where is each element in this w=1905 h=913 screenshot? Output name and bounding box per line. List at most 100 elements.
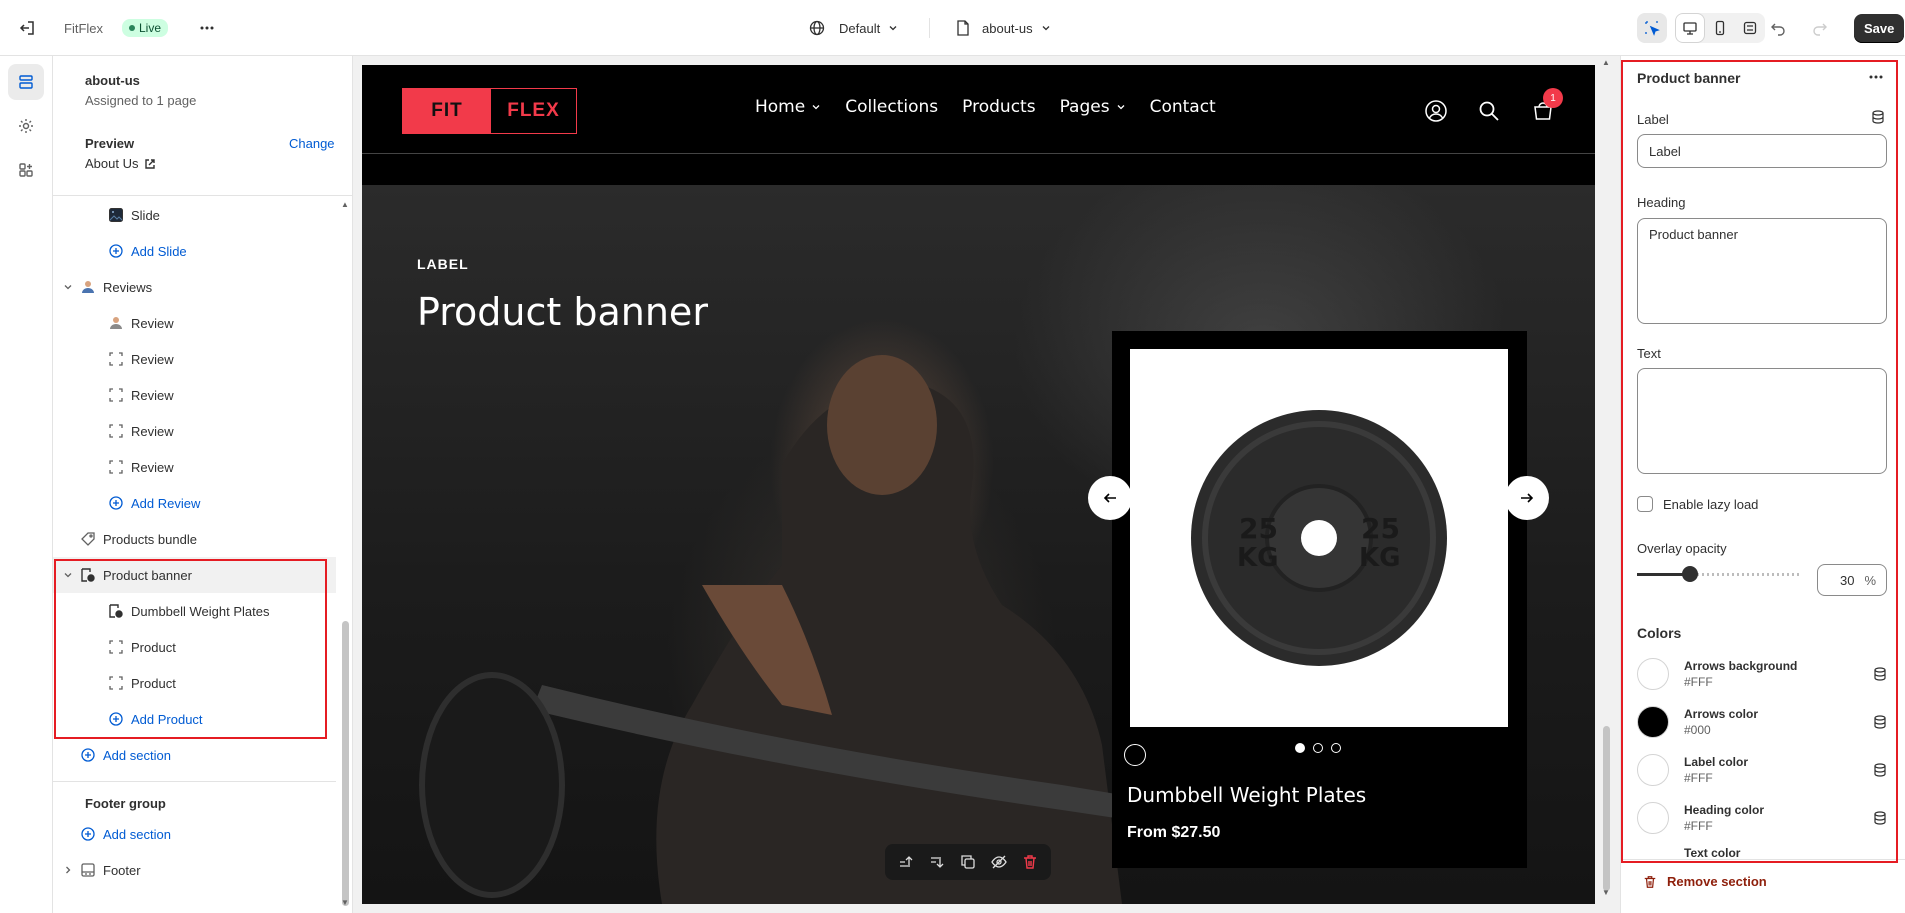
slider-dot[interactable] <box>1331 743 1341 753</box>
template-select[interactable]: about-us <box>956 0 1051 56</box>
inspector-button[interactable] <box>1637 13 1667 43</box>
preview-change-link[interactable]: Change <box>289 136 335 151</box>
tree-item-product[interactable]: Product <box>53 665 336 701</box>
slider-dot[interactable] <box>1313 743 1323 753</box>
tree-item-dumbbell-weight-plates[interactable]: Dumbbell Weight Plates <box>53 593 336 629</box>
label-input[interactable]: Label <box>1637 134 1887 168</box>
color-value: #000 <box>1684 723 1711 737</box>
move-down-icon[interactable] <box>929 854 945 870</box>
sections-tab-button[interactable] <box>8 64 44 100</box>
tree-item-product-banner[interactable]: Product banner <box>53 557 336 593</box>
prev-slide-button[interactable] <box>1088 476 1132 520</box>
plate-text-left: 25 <box>1239 512 1278 545</box>
overlay-opacity-input[interactable]: 30 % <box>1817 564 1887 596</box>
color-swatch[interactable] <box>1637 706 1669 738</box>
add-slide-button[interactable]: Add Slide <box>53 233 336 269</box>
overlay-opacity-slider[interactable] <box>1637 564 1802 584</box>
sections-scrollbar[interactable]: ▲ ▼ <box>339 196 351 913</box>
tree-item-review[interactable]: Review <box>53 341 336 377</box>
product-card[interactable]: 25 KG 25 KG Dumbbell Weight Plates From … <box>1112 331 1527 868</box>
scrollbar-thumb[interactable] <box>342 621 349 906</box>
lazy-load-checkbox-row[interactable]: Enable lazy load <box>1637 496 1758 512</box>
tree-item-review[interactable]: Review <box>53 449 336 485</box>
chevron-down-icon[interactable] <box>63 570 73 580</box>
undo-icon[interactable] <box>1770 20 1786 36</box>
color-setting-arrows-background[interactable]: Arrows background #FFF <box>1637 654 1887 694</box>
theme-settings-tab-button[interactable] <box>8 108 44 144</box>
product-image[interactable]: 25 KG 25 KG <box>1130 349 1508 727</box>
scroll-up-icon[interactable]: ▲ <box>1602 58 1610 67</box>
desktop-view-button[interactable] <box>1675 13 1705 43</box>
heading-textarea[interactable]: Product banner <box>1637 218 1887 324</box>
preview-page-link[interactable]: About Us <box>85 156 156 171</box>
mobile-view-button[interactable] <box>1705 13 1735 43</box>
add-review-button[interactable]: Add Review <box>53 485 336 521</box>
color-swatch[interactable] <box>1637 802 1669 834</box>
preview-scrollbar[interactable]: ▲ ▼ <box>1599 56 1613 913</box>
more-options-icon[interactable] <box>198 19 216 37</box>
add-footer-section-button[interactable]: Add section <box>53 816 336 852</box>
nav-pages[interactable]: Pages <box>1060 97 1126 117</box>
fullscreen-view-button[interactable] <box>1735 13 1765 43</box>
tree-item-review[interactable]: Review <box>53 305 336 341</box>
apps-tab-button[interactable] <box>8 152 44 188</box>
slider-thumb[interactable] <box>1682 566 1698 582</box>
nav-products[interactable]: Products <box>962 97 1035 117</box>
dynamic-source-icon[interactable] <box>1871 110 1885 124</box>
tree-item-slide[interactable]: Slide <box>53 197 336 233</box>
nav-home[interactable]: Home <box>755 97 821 117</box>
move-up-icon[interactable] <box>898 854 914 870</box>
color-swatch[interactable] <box>1637 754 1669 786</box>
account-icon[interactable] <box>1425 100 1447 122</box>
remove-section-button[interactable]: Remove section <box>1643 874 1767 889</box>
save-button[interactable]: Save <box>1854 13 1905 43</box>
search-icon[interactable] <box>1478 100 1500 122</box>
add-section-button[interactable]: Add section <box>53 737 336 773</box>
color-swatch[interactable] <box>1637 658 1669 690</box>
tree-item-footer[interactable]: Footer <box>53 852 336 888</box>
text-field-label: Text <box>1637 346 1661 361</box>
product-title[interactable]: Dumbbell Weight Plates <box>1127 783 1366 807</box>
color-setting-heading-color[interactable]: Heading color #FFF <box>1637 798 1887 838</box>
block-icon <box>109 640 123 654</box>
next-slide-button[interactable] <box>1505 476 1549 520</box>
mobile-icon <box>1712 20 1728 36</box>
dynamic-source-icon[interactable] <box>1873 715 1887 729</box>
more-options-icon[interactable] <box>1867 68 1885 86</box>
chevron-down-icon[interactable] <box>63 282 73 292</box>
tree-item-review[interactable]: Review <box>53 377 336 413</box>
color-value: #FFF <box>1684 819 1713 833</box>
add-product-button[interactable]: Add Product <box>53 701 336 737</box>
product-banner-section[interactable]: LABEL Product banner 25 KG 25 KG Dumbbel… <box>362 185 1595 904</box>
tree-item-products-bundle[interactable]: Products bundle <box>53 521 336 557</box>
scroll-up-icon[interactable]: ▲ <box>341 200 349 209</box>
scroll-down-icon[interactable]: ▼ <box>1602 888 1610 897</box>
nav-contact[interactable]: Contact <box>1150 97 1216 117</box>
redo-icon[interactable] <box>1812 20 1828 36</box>
tree-item-product[interactable]: Product <box>53 629 336 665</box>
variant-swatch[interactable] <box>1124 744 1146 766</box>
lazy-load-checkbox[interactable] <box>1637 496 1653 512</box>
chevron-right-icon[interactable] <box>63 865 73 875</box>
color-setting-label-color[interactable]: Label color #FFF <box>1637 750 1887 790</box>
store-logo[interactable]: FIT FLEX <box>402 88 577 134</box>
nav-collections[interactable]: Collections <box>845 97 938 117</box>
tree-item-review[interactable]: Review <box>53 413 336 449</box>
dynamic-source-icon[interactable] <box>1873 811 1887 825</box>
delete-icon[interactable] <box>1022 854 1038 870</box>
exit-icon[interactable] <box>18 19 36 37</box>
weight-plate-icon: 25 KG 25 KG <box>1191 410 1447 666</box>
slider-dot-active[interactable] <box>1295 743 1305 753</box>
scroll-down-icon[interactable]: ▼ <box>341 898 349 907</box>
color-setting-text-color[interactable]: Text color <box>1637 846 1887 858</box>
color-setting-arrows-color[interactable]: Arrows color #000 <box>1637 702 1887 742</box>
dynamic-source-icon[interactable] <box>1873 667 1887 681</box>
tree-item-reviews[interactable]: Reviews <box>53 269 336 305</box>
theme-select[interactable]: Default <box>809 0 898 56</box>
plus-circle-icon <box>109 496 123 510</box>
duplicate-icon[interactable] <box>960 854 976 870</box>
dynamic-source-icon[interactable] <box>1873 763 1887 777</box>
hide-icon[interactable] <box>991 854 1007 870</box>
text-textarea[interactable] <box>1637 368 1887 474</box>
scrollbar-thumb[interactable] <box>1603 726 1610 891</box>
